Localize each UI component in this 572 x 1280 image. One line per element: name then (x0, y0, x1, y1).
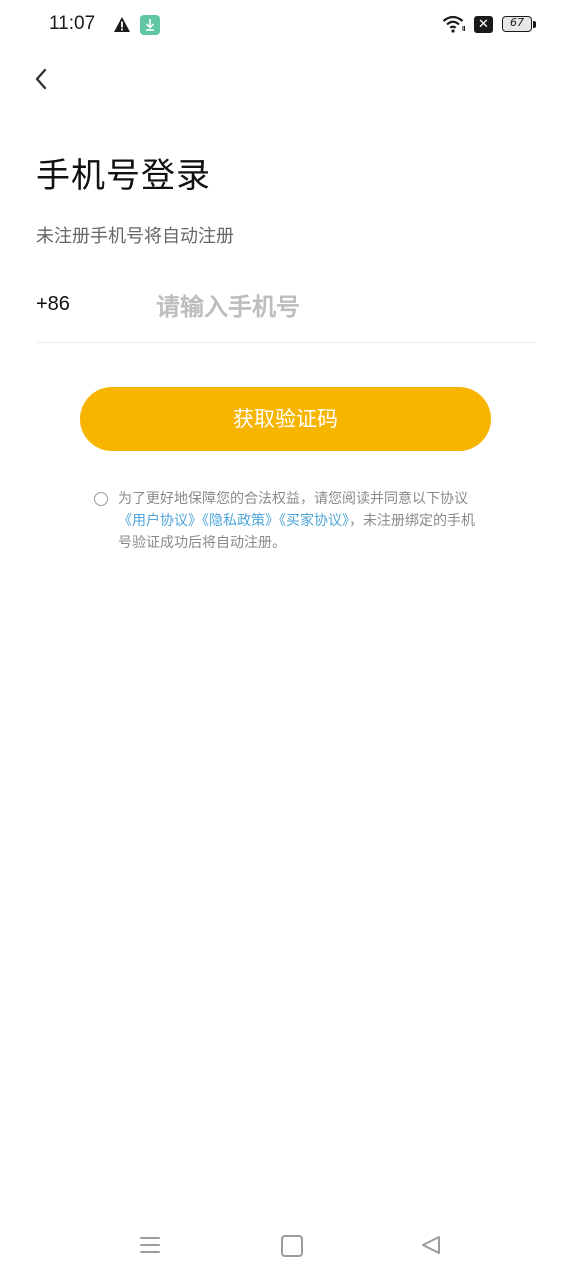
download-icon (140, 15, 160, 35)
sim-disabled-icon: ✕ (474, 16, 493, 33)
status-bar: 11:07 ✕ 67 (0, 0, 572, 52)
buyer-agreement-link[interactable]: 《买家协议》 (279, 513, 349, 529)
home-icon[interactable] (281, 1235, 303, 1257)
navigation-bar (0, 1216, 572, 1276)
warning-icon (114, 17, 130, 32)
back-button[interactable] (26, 62, 58, 96)
page-title: 手机号登录 (36, 156, 211, 196)
page-subtitle: 未注册手机号将自动注册 (36, 226, 234, 247)
phone-row: +86 (36, 280, 536, 343)
agreement-text: 为了更好地保障您的合法权益，请您阅读并同意以下协议《用户协议》《隐私政策》《买家… (118, 488, 488, 554)
battery-icon: 67 (502, 16, 532, 32)
wifi-icon (442, 15, 465, 33)
privacy-policy-link[interactable]: 《隐私政策》 (202, 513, 279, 529)
back-triangle-icon[interactable] (420, 1234, 442, 1256)
menu-icon[interactable] (139, 1234, 161, 1256)
battery-level: 67 (510, 16, 524, 29)
country-code[interactable]: +86 (36, 293, 70, 316)
status-time: 11:07 (49, 13, 96, 34)
user-agreement-link[interactable]: 《用户协议》 (118, 513, 202, 529)
battery-cap (533, 21, 536, 28)
get-code-button[interactable]: 获取验证码 (80, 387, 491, 451)
agreement-checkbox[interactable] (94, 492, 108, 506)
agreement-prefix: 为了更好地保障您的合法权益，请您阅读并同意以下协议 (118, 491, 468, 507)
chevron-left-icon (35, 68, 47, 90)
phone-input[interactable] (156, 286, 526, 328)
